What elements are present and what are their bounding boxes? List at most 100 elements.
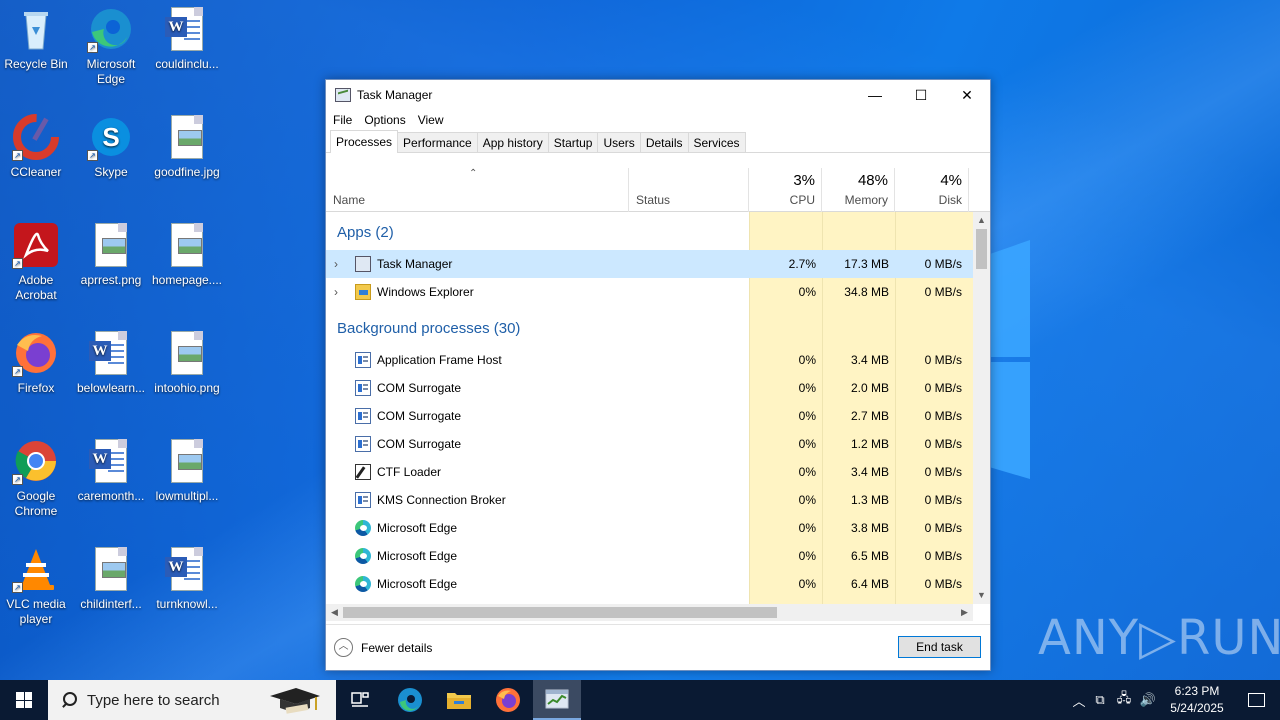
- process-row[interactable]: › Task Manager 2.7% 17.3 MB 0 MB/s: [326, 250, 973, 278]
- process-memory: 3.4 MB: [850, 465, 889, 479]
- edge-icon: [398, 688, 422, 712]
- system-tray: ︿ ⧉ 🖧 🔊: [1070, 680, 1160, 720]
- desktop-icon[interactable]: ↗ Firefox: [0, 329, 72, 396]
- horizontal-scrollbar[interactable]: ◀ ▶: [326, 604, 973, 621]
- clock[interactable]: 6:23 PM 5/24/2025: [1162, 683, 1232, 717]
- taskbar: Type here to search ︿ ⧉ 🖧 🔊 6:23 PM 5/24…: [0, 680, 1280, 720]
- vertical-scrollbar[interactable]: ▲ ▼: [973, 212, 990, 604]
- process-row[interactable]: CTF Loader 0% 3.4 MB 0 MB/s: [326, 458, 973, 486]
- group-title: Background processes (30): [337, 320, 521, 337]
- volume-icon[interactable]: 🔊: [1136, 692, 1160, 708]
- chevron-right-icon[interactable]: ›: [334, 257, 338, 271]
- column-cpu[interactable]: 3% CPU: [749, 168, 822, 212]
- desktop-icon[interactable]: Wturnknowl...: [151, 545, 223, 612]
- task-manager-icon: [545, 689, 569, 709]
- desktop-icon[interactable]: ↗ Google Chrome: [0, 437, 72, 519]
- horizontal-scroll-thumb[interactable]: [343, 607, 777, 618]
- task-view-button[interactable]: [336, 680, 384, 720]
- process-row[interactable]: Microsoft Edge 0% 3.8 MB 0 MB/s: [326, 514, 973, 542]
- process-row[interactable]: › Windows Explorer 0% 34.8 MB 0 MB/s: [326, 278, 973, 306]
- end-task-button[interactable]: End task: [898, 636, 981, 658]
- desktop-icon[interactable]: intoohio.png: [151, 329, 223, 396]
- tab-users[interactable]: Users: [597, 132, 641, 152]
- desktop-icon[interactable]: S ↗ Skype: [75, 113, 147, 180]
- desktop-icon-label: VLC media player: [6, 597, 66, 626]
- taskbar-task-manager[interactable]: [533, 680, 581, 720]
- chevron-right-icon[interactable]: ›: [334, 285, 338, 299]
- scroll-left-icon[interactable]: ◀: [326, 604, 343, 621]
- task-manager-window: Task Manager — ☐ ✕ File Options View Pro…: [325, 79, 991, 671]
- column-status[interactable]: Status: [629, 168, 749, 212]
- vertical-scroll-thumb[interactable]: [976, 229, 987, 269]
- tab-details[interactable]: Details: [639, 132, 689, 152]
- desktop-icon[interactable]: ↗ Adobe Acrobat: [0, 221, 72, 303]
- desktop-icon[interactable]: lowmultipl...: [151, 437, 223, 504]
- process-name: COM Surrogate: [377, 381, 462, 395]
- fewer-details-label: Fewer details: [361, 640, 433, 655]
- desktop-icon[interactable]: goodfine.jpg: [151, 113, 223, 180]
- desktop-icon-label: Microsoft Edge: [86, 57, 136, 86]
- process-row[interactable]: Microsoft Edge 0% 6.4 MB 0 MB/s: [326, 570, 973, 598]
- menu-view[interactable]: View: [418, 113, 444, 127]
- minimize-button[interactable]: —: [852, 80, 898, 110]
- chevron-up-icon[interactable]: ︿: [1070, 691, 1088, 710]
- scroll-up-icon[interactable]: ▲: [973, 212, 990, 229]
- close-button[interactable]: ✕: [944, 80, 990, 110]
- process-disk: 0 MB/s: [924, 521, 962, 535]
- taskbar-search[interactable]: Type here to search: [48, 680, 336, 720]
- column-name[interactable]: ⌃ Name: [326, 168, 629, 212]
- scroll-right-icon[interactable]: ▶: [956, 604, 973, 621]
- tab-performance[interactable]: Performance: [397, 132, 478, 152]
- desktop-icon[interactable]: ↗ Microsoft Edge: [75, 5, 147, 87]
- title-bar[interactable]: Task Manager — ☐ ✕: [326, 80, 990, 110]
- desktop-icon[interactable]: Wcaremonth...: [75, 437, 147, 504]
- action-center-button[interactable]: [1232, 680, 1280, 720]
- desktop-icon[interactable]: childinterf...: [75, 545, 147, 612]
- tab-startup[interactable]: Startup: [547, 132, 599, 152]
- desktop-icon[interactable]: ↗ CCleaner: [0, 113, 72, 180]
- process-memory: 2.7 MB: [850, 409, 889, 423]
- process-row[interactable]: COM Surrogate 0% 1.2 MB 0 MB/s: [326, 430, 973, 458]
- process-disk: 0 MB/s: [924, 437, 962, 451]
- process-row[interactable]: Application Frame Host 0% 3.4 MB 0 MB/s: [326, 346, 973, 374]
- clock-date: 5/24/2025: [1170, 701, 1224, 715]
- column-memory[interactable]: 48% Memory: [822, 168, 895, 212]
- desktop-icon[interactable]: ↗ VLC media player: [0, 545, 72, 627]
- process-name: COM Surrogate: [377, 437, 462, 451]
- tab-services[interactable]: Services: [687, 132, 746, 152]
- maximize-button[interactable]: ☐: [898, 80, 944, 110]
- process-disk: 0 MB/s: [924, 353, 962, 367]
- memory-total: 48%: [857, 172, 888, 189]
- fewer-details-button[interactable]: ︿ Fewer details: [334, 638, 432, 657]
- desktop-icon[interactable]: Recycle Bin: [0, 5, 72, 72]
- process-row[interactable]: Microsoft Edge 0% 6.5 MB 0 MB/s: [326, 542, 973, 570]
- tab-processes[interactable]: Processes: [330, 130, 399, 153]
- process-row[interactable]: COM Surrogate 0% 2.0 MB 0 MB/s: [326, 374, 973, 402]
- taskbar-edge[interactable]: [386, 680, 434, 720]
- process-disk: 0 MB/s: [924, 465, 962, 479]
- network-adapter-icon[interactable]: ⧉: [1088, 692, 1112, 708]
- taskbar-file-explorer[interactable]: [435, 680, 483, 720]
- menu-options[interactable]: Options: [364, 113, 405, 127]
- network-icon[interactable]: 🖧: [1112, 689, 1136, 711]
- process-row[interactable]: KMS Connection Broker 0% 1.3 MB 0 MB/s: [326, 486, 973, 514]
- column-status-label: Status: [636, 193, 671, 207]
- process-disk: 0 MB/s: [924, 409, 962, 423]
- edge-icon: [355, 576, 371, 592]
- desktop-icon[interactable]: Wbelowlearn...: [75, 329, 147, 396]
- desktop-icon[interactable]: aprrest.png: [75, 221, 147, 288]
- desktop-icon[interactable]: Wcouldinclu...: [151, 5, 223, 72]
- process-row[interactable]: COM Surrogate 0% 2.7 MB 0 MB/s: [326, 402, 973, 430]
- taskbar-firefox[interactable]: [484, 680, 532, 720]
- shortcut-arrow-icon: ↗: [12, 366, 23, 377]
- process-cpu: 0%: [798, 353, 816, 367]
- desktop-icon[interactable]: homepage....: [151, 221, 223, 288]
- desktop-icon-label: Adobe Acrobat: [15, 273, 57, 302]
- firefox-icon: ↗: [12, 329, 60, 377]
- tab-app-history[interactable]: App history: [476, 132, 549, 152]
- svg-text:S: S: [102, 122, 119, 152]
- column-disk[interactable]: 4% Disk: [895, 168, 969, 212]
- scroll-down-icon[interactable]: ▼: [973, 587, 990, 604]
- start-button[interactable]: [0, 680, 48, 720]
- menu-file[interactable]: File: [333, 113, 352, 127]
